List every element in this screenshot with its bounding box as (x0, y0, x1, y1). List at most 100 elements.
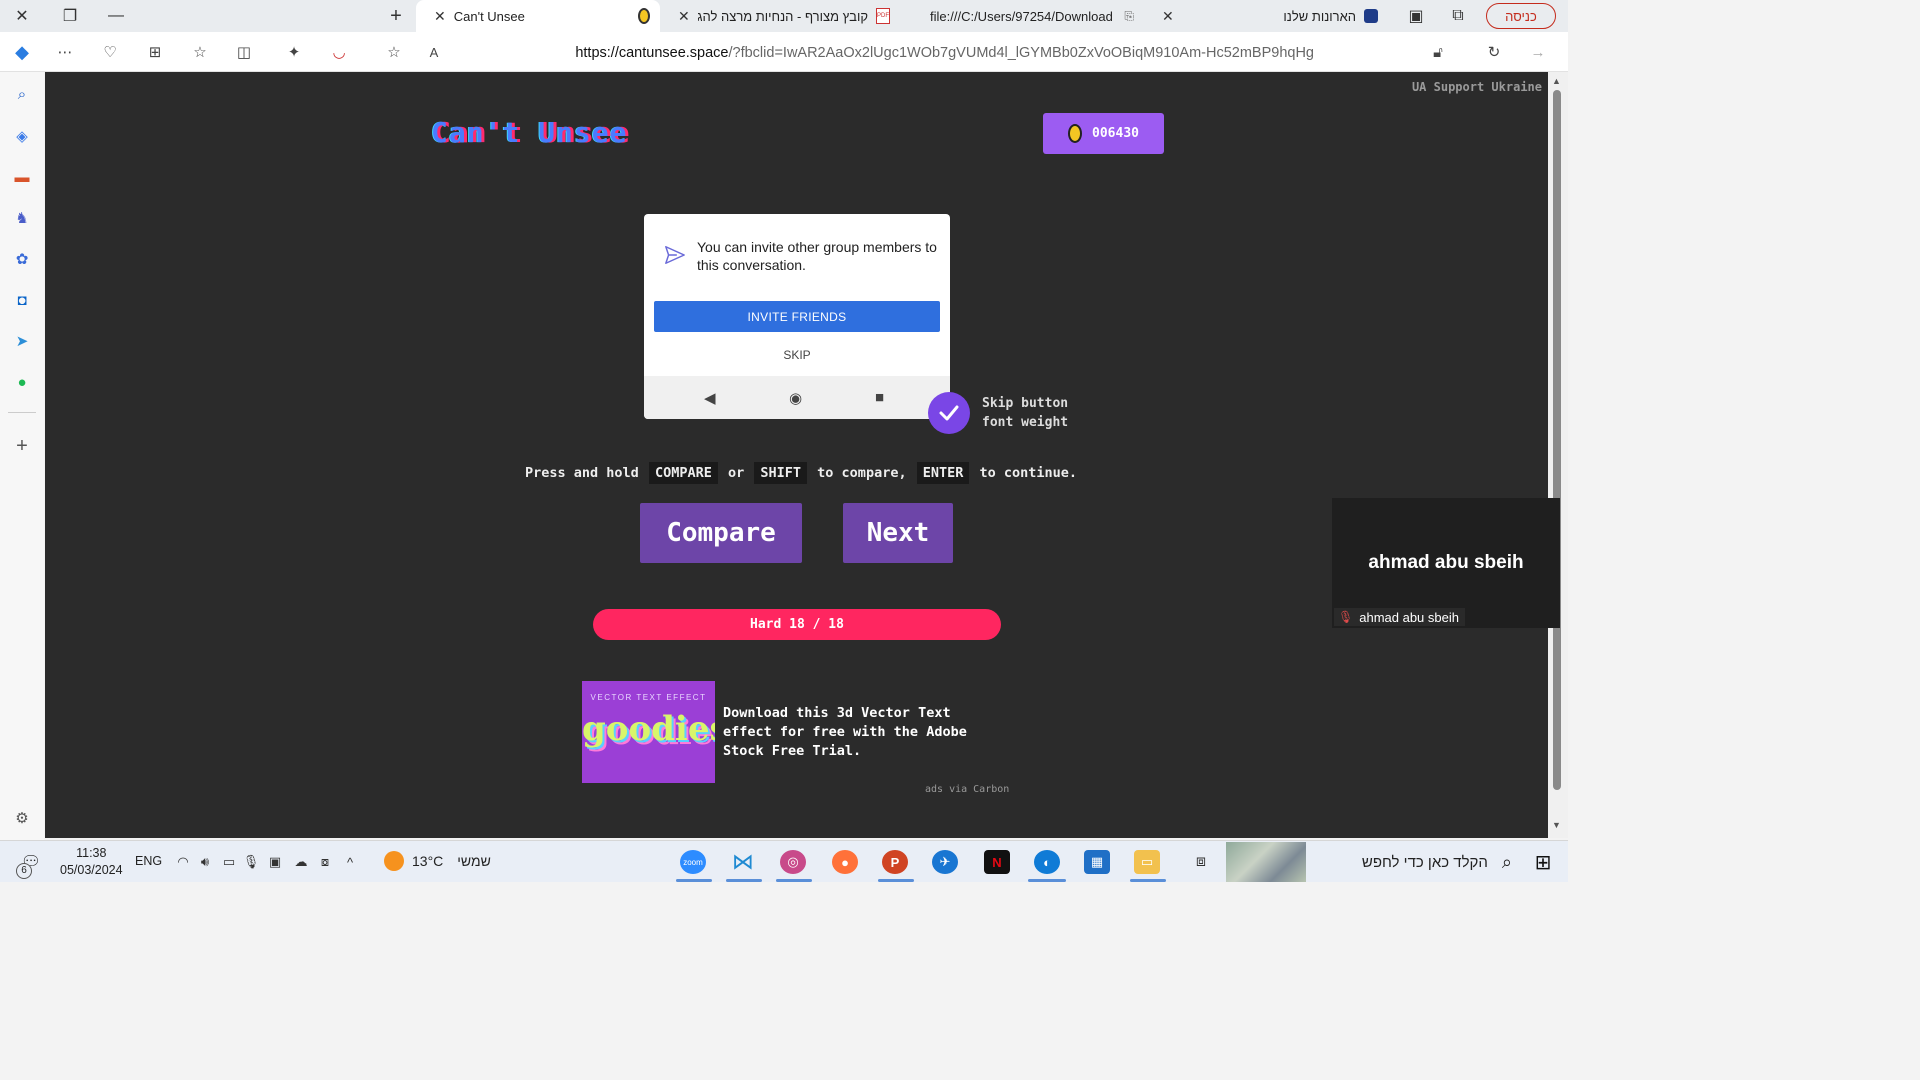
page-content: UA Support Ukraine Can't Unsee 006430 Yo… (45, 72, 1548, 838)
task-view-icon[interactable]: ⧈ (1188, 850, 1214, 874)
close-tab-icon[interactable]: ✕ (434, 8, 446, 25)
refresh-icon[interactable]: ↻ (1482, 40, 1506, 64)
search-placeholder: הקלד כאן כדי לחפש (1361, 853, 1488, 871)
tab-file[interactable]: file:///C:/Users/97254/Download ⎘ (900, 0, 1144, 32)
windows-start-icon[interactable]: ⊞ (1530, 850, 1556, 874)
participant-tag: 🎙︎ ahmad abu sbeih (1334, 608, 1465, 626)
close-tab-icon[interactable]: ✕ (1162, 8, 1174, 25)
firefox-app-icon[interactable]: ● (832, 850, 858, 874)
scroll-down-icon[interactable]: ▼ (1552, 820, 1561, 830)
file-explorer-icon[interactable]: ▭ (1134, 850, 1160, 874)
answer-checkmark-icon[interactable] (928, 392, 970, 434)
performance-icon[interactable]: ♡ (98, 40, 122, 64)
games-icon[interactable]: ♞ (10, 206, 34, 230)
tab-title: Can't Unsee (453, 8, 525, 24)
sun-icon (384, 851, 404, 871)
edge-active-indicator (1028, 879, 1066, 882)
shopping-icon[interactable]: ◈ (10, 124, 34, 148)
search-icon: ⌕ (1501, 851, 1512, 872)
app-2-icon[interactable]: ✈ (932, 850, 958, 874)
back-icon: ◀ (704, 390, 716, 407)
weather-widget[interactable]: 13°C שמשי (384, 851, 491, 871)
send-icon (665, 246, 685, 264)
url-text: https://cantunsee.space/?fbclid=IwAR2AaO… (575, 45, 1314, 61)
scroll-thumb[interactable] (1553, 90, 1561, 790)
minimize-window-icon[interactable]: — (104, 4, 128, 28)
store-app-icon[interactable]: ▦ (1084, 850, 1110, 874)
more-icon[interactable]: ⋯ (53, 40, 77, 64)
file-favicon-icon: ⎘ (1124, 8, 1134, 23)
new-tab-icon[interactable]: + (384, 4, 408, 28)
coin-counter: 006430 (1043, 113, 1164, 154)
explorer-active-indicator (1130, 879, 1166, 882)
mic-muted-icon: 🎙︎ (1338, 610, 1354, 624)
split-screen-icon[interactable]: ◫ (232, 40, 256, 64)
edge-app-icon[interactable]: ◐ (1034, 850, 1060, 874)
android-nav-bar: ◀ ◉ ■ (644, 376, 950, 419)
sidebar-divider (8, 412, 36, 413)
lock-icon[interactable]: 🔓︎ (1426, 40, 1450, 64)
compare-button[interactable]: Compare (640, 503, 802, 563)
collections-icon[interactable]: ⊞ (143, 40, 167, 64)
ads-via-carbon[interactable]: ads via Carbon (925, 784, 1009, 795)
forward-icon[interactable]: → (1526, 40, 1550, 64)
search-icon[interactable]: ⌕ (10, 82, 34, 106)
tray-expand-icon[interactable]: ^ (337, 850, 363, 874)
meet-icon[interactable]: ⧇ (312, 850, 338, 874)
read-aloud-icon[interactable]: A (422, 40, 446, 64)
video-call-tile[interactable]: ahmad abu sbeih 🎙︎ ahmad abu sbeih (1332, 498, 1560, 628)
volume-icon[interactable]: 🔊︎ (192, 850, 218, 874)
favorites-icon[interactable]: ☆ (188, 40, 212, 64)
pocket-icon[interactable]: ◡ (327, 40, 351, 64)
site-logo[interactable]: Can't Unsee (431, 116, 627, 149)
coin-icon (1068, 124, 1083, 143)
restore-window-icon[interactable]: ❐ (58, 4, 82, 28)
login-button[interactable]: כניסה (1486, 3, 1556, 29)
zoom-app-icon[interactable]: zoom (680, 850, 706, 874)
tab-attachment[interactable]: ✕ קובץ מצורף - הנחיות מרצה להגש PDF (660, 0, 900, 32)
close-tab-icon[interactable]: ✕ (678, 8, 690, 25)
tab-cant-unsee[interactable]: ✕ Can't Unsee (416, 0, 660, 32)
home-icon: ◉ (789, 390, 803, 407)
ad-text[interactable]: Download this 3d Vector Text effect for … (723, 704, 983, 761)
favorite-star-icon[interactable]: ☆ (382, 40, 406, 64)
support-ukraine-link[interactable]: UA Support Ukraine (1412, 80, 1542, 94)
outlook-icon[interactable]: ◘ (10, 288, 34, 312)
search-highlight-image[interactable] (1226, 842, 1306, 882)
close-window-icon[interactable]: ✕ (10, 4, 34, 28)
tab-actions-icon[interactable]: ▣ (1404, 4, 1428, 28)
tools-icon[interactable]: ▬ (10, 165, 34, 189)
clock[interactable]: 11:38 05/03/2024 (60, 845, 123, 879)
input-language[interactable]: ENG (135, 854, 162, 868)
site-favicon-icon (1364, 9, 1378, 23)
url-bar[interactable]: ☆ A https://cantunsee.space/?fbclid=IwAR… (370, 36, 1464, 68)
tab-title: הארונות שלנו (1283, 8, 1356, 24)
vscode-app-icon[interactable]: ⋈ (730, 849, 756, 874)
taskbar-search-box[interactable]: הקלד כאן כדי לחפש ⌕ (1308, 845, 1520, 879)
onedrive-icon[interactable]: ☁ (288, 850, 314, 874)
zoom-active-indicator (676, 879, 712, 882)
add-icon[interactable]: + (10, 434, 34, 458)
answer-note: Skip button font weight (982, 396, 1069, 430)
tab-title: קובץ מצורף - הנחיות מרצה להגש (697, 8, 868, 24)
spotify-icon[interactable]: ● (10, 370, 34, 394)
next-button[interactable]: Next (843, 503, 953, 563)
powerpoint-active-indicator (878, 879, 914, 882)
settings-gear-icon[interactable]: ⚙ (10, 806, 34, 830)
extensions-icon[interactable]: ✦ (282, 40, 306, 64)
invite-friends-button[interactable]: INVITE FRIENDS (654, 301, 940, 332)
scroll-up-icon[interactable]: ▲ (1552, 76, 1561, 86)
workspaces-icon[interactable]: ⧉ (1446, 4, 1470, 28)
page-scrollbar[interactable]: ▲ ▼ (1548, 72, 1568, 838)
powerpoint-app-icon[interactable]: P (882, 850, 908, 874)
display-icon[interactable]: ▣ (262, 850, 288, 874)
netflix-app-icon[interactable]: N (984, 850, 1010, 874)
telegram-icon[interactable]: ➤ (10, 329, 34, 353)
skip-button[interactable]: SKIP (644, 348, 950, 362)
microphone-icon[interactable]: 🎙︎ (238, 850, 264, 874)
ad-image[interactable]: VECTOR TEXT EFFECT goodies (582, 681, 715, 783)
tab-closets[interactable]: ✕ הארונות שלנו (1144, 0, 1388, 32)
copilot-icon[interactable]: ◆ (10, 40, 34, 64)
microsoft-365-icon[interactable]: ✿ (10, 247, 34, 271)
app-icon[interactable]: ◎ (780, 850, 806, 874)
